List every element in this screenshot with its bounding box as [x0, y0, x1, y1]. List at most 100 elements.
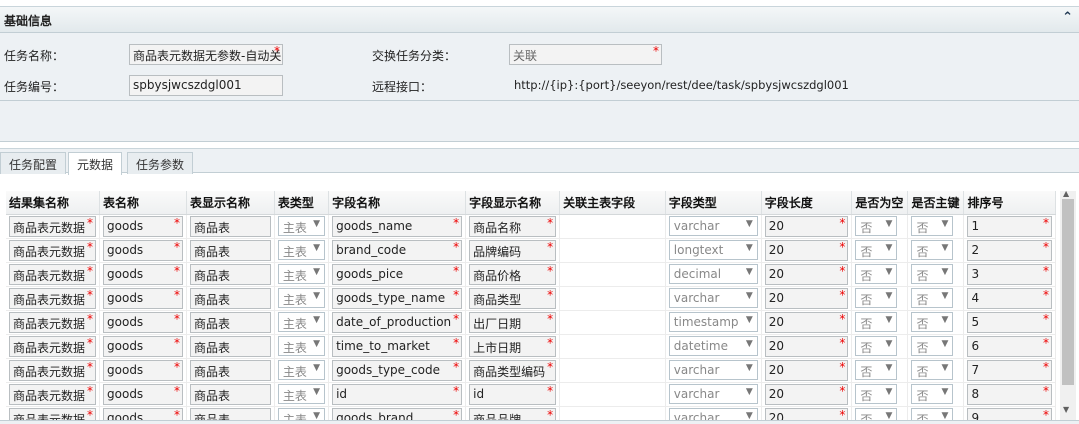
cell-select[interactable]: 否 ▼: [911, 408, 954, 420]
cell-input[interactable]: 20 *: [764, 335, 849, 357]
cell-select[interactable]: 否 ▼: [855, 240, 898, 260]
double-chevron-up-icon[interactable]: ⌃: [1062, 10, 1073, 25]
cell-select[interactable]: 主表 ▼: [277, 288, 326, 308]
cell-select[interactable]: 主表 ▼: [277, 240, 326, 260]
cell-select[interactable]: timestamp ▼: [668, 312, 758, 332]
cell-select[interactable]: 主表 ▼: [277, 216, 326, 236]
task-code-field[interactable]: spbysjwcszdgl001: [129, 75, 283, 96]
cell-select[interactable]: 否 ▼: [855, 216, 898, 236]
cell-input[interactable]: 商品表元数据 *: [9, 383, 97, 405]
cell-select[interactable]: 否 ▼: [855, 312, 898, 332]
cell-input[interactable]: 商品表: [190, 359, 271, 381]
tab-task-config[interactable]: 任务配置: [0, 152, 67, 174]
cell-select[interactable]: 否 ▼: [911, 336, 954, 356]
tab-task-params[interactable]: 任务参数: [127, 152, 194, 174]
cell-input[interactable]: 商品类型 *: [469, 287, 557, 309]
cell-select[interactable]: 主表 ▼: [277, 264, 326, 284]
cell-select[interactable]: 否 ▼: [911, 216, 954, 236]
cell-input[interactable]: 1 *: [967, 215, 1052, 237]
cell-select[interactable]: 否 ▼: [911, 240, 954, 260]
cell-input[interactable]: 3 *: [967, 263, 1052, 285]
cell-input[interactable]: 8 *: [967, 383, 1052, 405]
vertical-scrollbar[interactable]: ▲ ▼: [1060, 189, 1076, 420]
cell-select[interactable]: 主表 ▼: [277, 384, 326, 404]
cell-select[interactable]: 否 ▼: [855, 384, 898, 404]
task-name-field[interactable]: 商品表元数据无参数-自动关 *: [129, 44, 283, 65]
cell-select[interactable]: 否 ▼: [911, 384, 954, 404]
cell-input[interactable]: goods *: [103, 263, 184, 285]
cell-input[interactable]: 20 *: [764, 239, 849, 261]
scroll-down-icon[interactable]: ▼: [1063, 405, 1069, 414]
cell-select[interactable]: 主表 ▼: [277, 360, 326, 380]
cell-select[interactable]: 主表 ▼: [277, 312, 326, 332]
cell-select[interactable]: 否 ▼: [911, 288, 954, 308]
cell-input[interactable]: 商品表元数据 *: [9, 263, 97, 285]
cell-input[interactable]: 20 *: [764, 359, 849, 381]
cell-select[interactable]: decimal ▼: [668, 264, 758, 284]
cell-input[interactable]: goods_brand *: [332, 407, 463, 420]
cell-select[interactable]: longtext ▼: [668, 240, 758, 260]
task-category-field[interactable]: 关联 *: [509, 44, 662, 65]
cell-input[interactable]: brand_code *: [332, 239, 463, 261]
cell-select[interactable]: varchar ▼: [668, 384, 758, 404]
cell-input[interactable]: 商品表元数据 *: [9, 215, 97, 237]
cell-input[interactable]: 商品表: [190, 407, 271, 420]
cell-input[interactable]: 商品名称 *: [469, 215, 557, 237]
cell-input[interactable]: 商品表: [190, 311, 271, 333]
cell-input[interactable]: 商品表元数据 *: [9, 335, 97, 357]
cell-input[interactable]: 6 *: [967, 335, 1052, 357]
cell-select[interactable]: varchar ▼: [668, 360, 758, 380]
cell-select[interactable]: 主表 ▼: [277, 336, 326, 356]
cell-input[interactable]: 商品品牌 *: [469, 407, 557, 420]
cell-input[interactable]: goods *: [103, 383, 184, 405]
cell-input[interactable]: 商品表: [190, 215, 271, 237]
cell-input[interactable]: 20 *: [764, 407, 849, 420]
cell-select[interactable]: 否 ▼: [855, 288, 898, 308]
cell-input[interactable]: id *: [332, 383, 463, 405]
tab-metadata[interactable]: 元数据: [68, 152, 123, 175]
cell-input[interactable]: goods_pice *: [332, 263, 463, 285]
cell-select[interactable]: varchar ▼: [668, 408, 758, 420]
cell-select[interactable]: 否 ▼: [911, 264, 954, 284]
cell-select[interactable]: 否 ▼: [855, 360, 898, 380]
cell-input[interactable]: 20 *: [764, 215, 849, 237]
cell-input[interactable]: 商品表: [190, 263, 271, 285]
cell-select[interactable]: 否 ▼: [855, 408, 898, 420]
cell-input[interactable]: 20 *: [764, 263, 849, 285]
cell-select[interactable]: varchar ▼: [668, 216, 758, 236]
cell-input[interactable]: 商品表元数据 *: [9, 239, 97, 261]
scrollbar-thumb[interactable]: [1062, 199, 1074, 385]
cell-input[interactable]: 商品表元数据 *: [9, 311, 97, 333]
cell-select[interactable]: 主表 ▼: [277, 408, 326, 420]
cell-input[interactable]: 商品表元数据 *: [9, 359, 97, 381]
cell-input[interactable]: 商品表: [190, 383, 271, 405]
cell-input[interactable]: goods_name *: [332, 215, 463, 237]
cell-select[interactable]: 否 ▼: [855, 264, 898, 284]
cell-input[interactable]: 4 *: [967, 287, 1052, 309]
cell-input[interactable]: goods *: [103, 335, 184, 357]
cell-input[interactable]: 9 *: [967, 407, 1052, 420]
cell-input[interactable]: 商品表: [190, 335, 271, 357]
cell-input[interactable]: 上市日期 *: [469, 335, 557, 357]
cell-input[interactable]: goods_type_code *: [332, 359, 463, 381]
cell-input[interactable]: goods *: [103, 311, 184, 333]
cell-input[interactable]: 商品表: [190, 287, 271, 309]
cell-select[interactable]: varchar ▼: [668, 288, 758, 308]
cell-input[interactable]: date_of_production *: [332, 311, 463, 333]
cell-input[interactable]: 2 *: [967, 239, 1052, 261]
cell-input[interactable]: goods *: [103, 407, 184, 420]
cell-input[interactable]: 商品类型编码 *: [469, 359, 557, 381]
cell-input[interactable]: id *: [469, 383, 557, 405]
cell-input[interactable]: 20 *: [764, 383, 849, 405]
cell-input[interactable]: 20 *: [764, 287, 849, 309]
scroll-up-icon[interactable]: ▲: [1063, 189, 1069, 198]
cell-input[interactable]: goods *: [103, 287, 184, 309]
cell-input[interactable]: goods_type_name *: [332, 287, 463, 309]
cell-input[interactable]: goods *: [103, 215, 184, 237]
cell-input[interactable]: 商品表元数据 *: [9, 407, 97, 420]
cell-input[interactable]: 品牌编码 *: [469, 239, 557, 261]
cell-input[interactable]: 商品表: [190, 239, 271, 261]
cell-input[interactable]: 商品表元数据 *: [9, 287, 97, 309]
cell-select[interactable]: 否 ▼: [911, 360, 954, 380]
cell-input[interactable]: 5 *: [967, 311, 1052, 333]
